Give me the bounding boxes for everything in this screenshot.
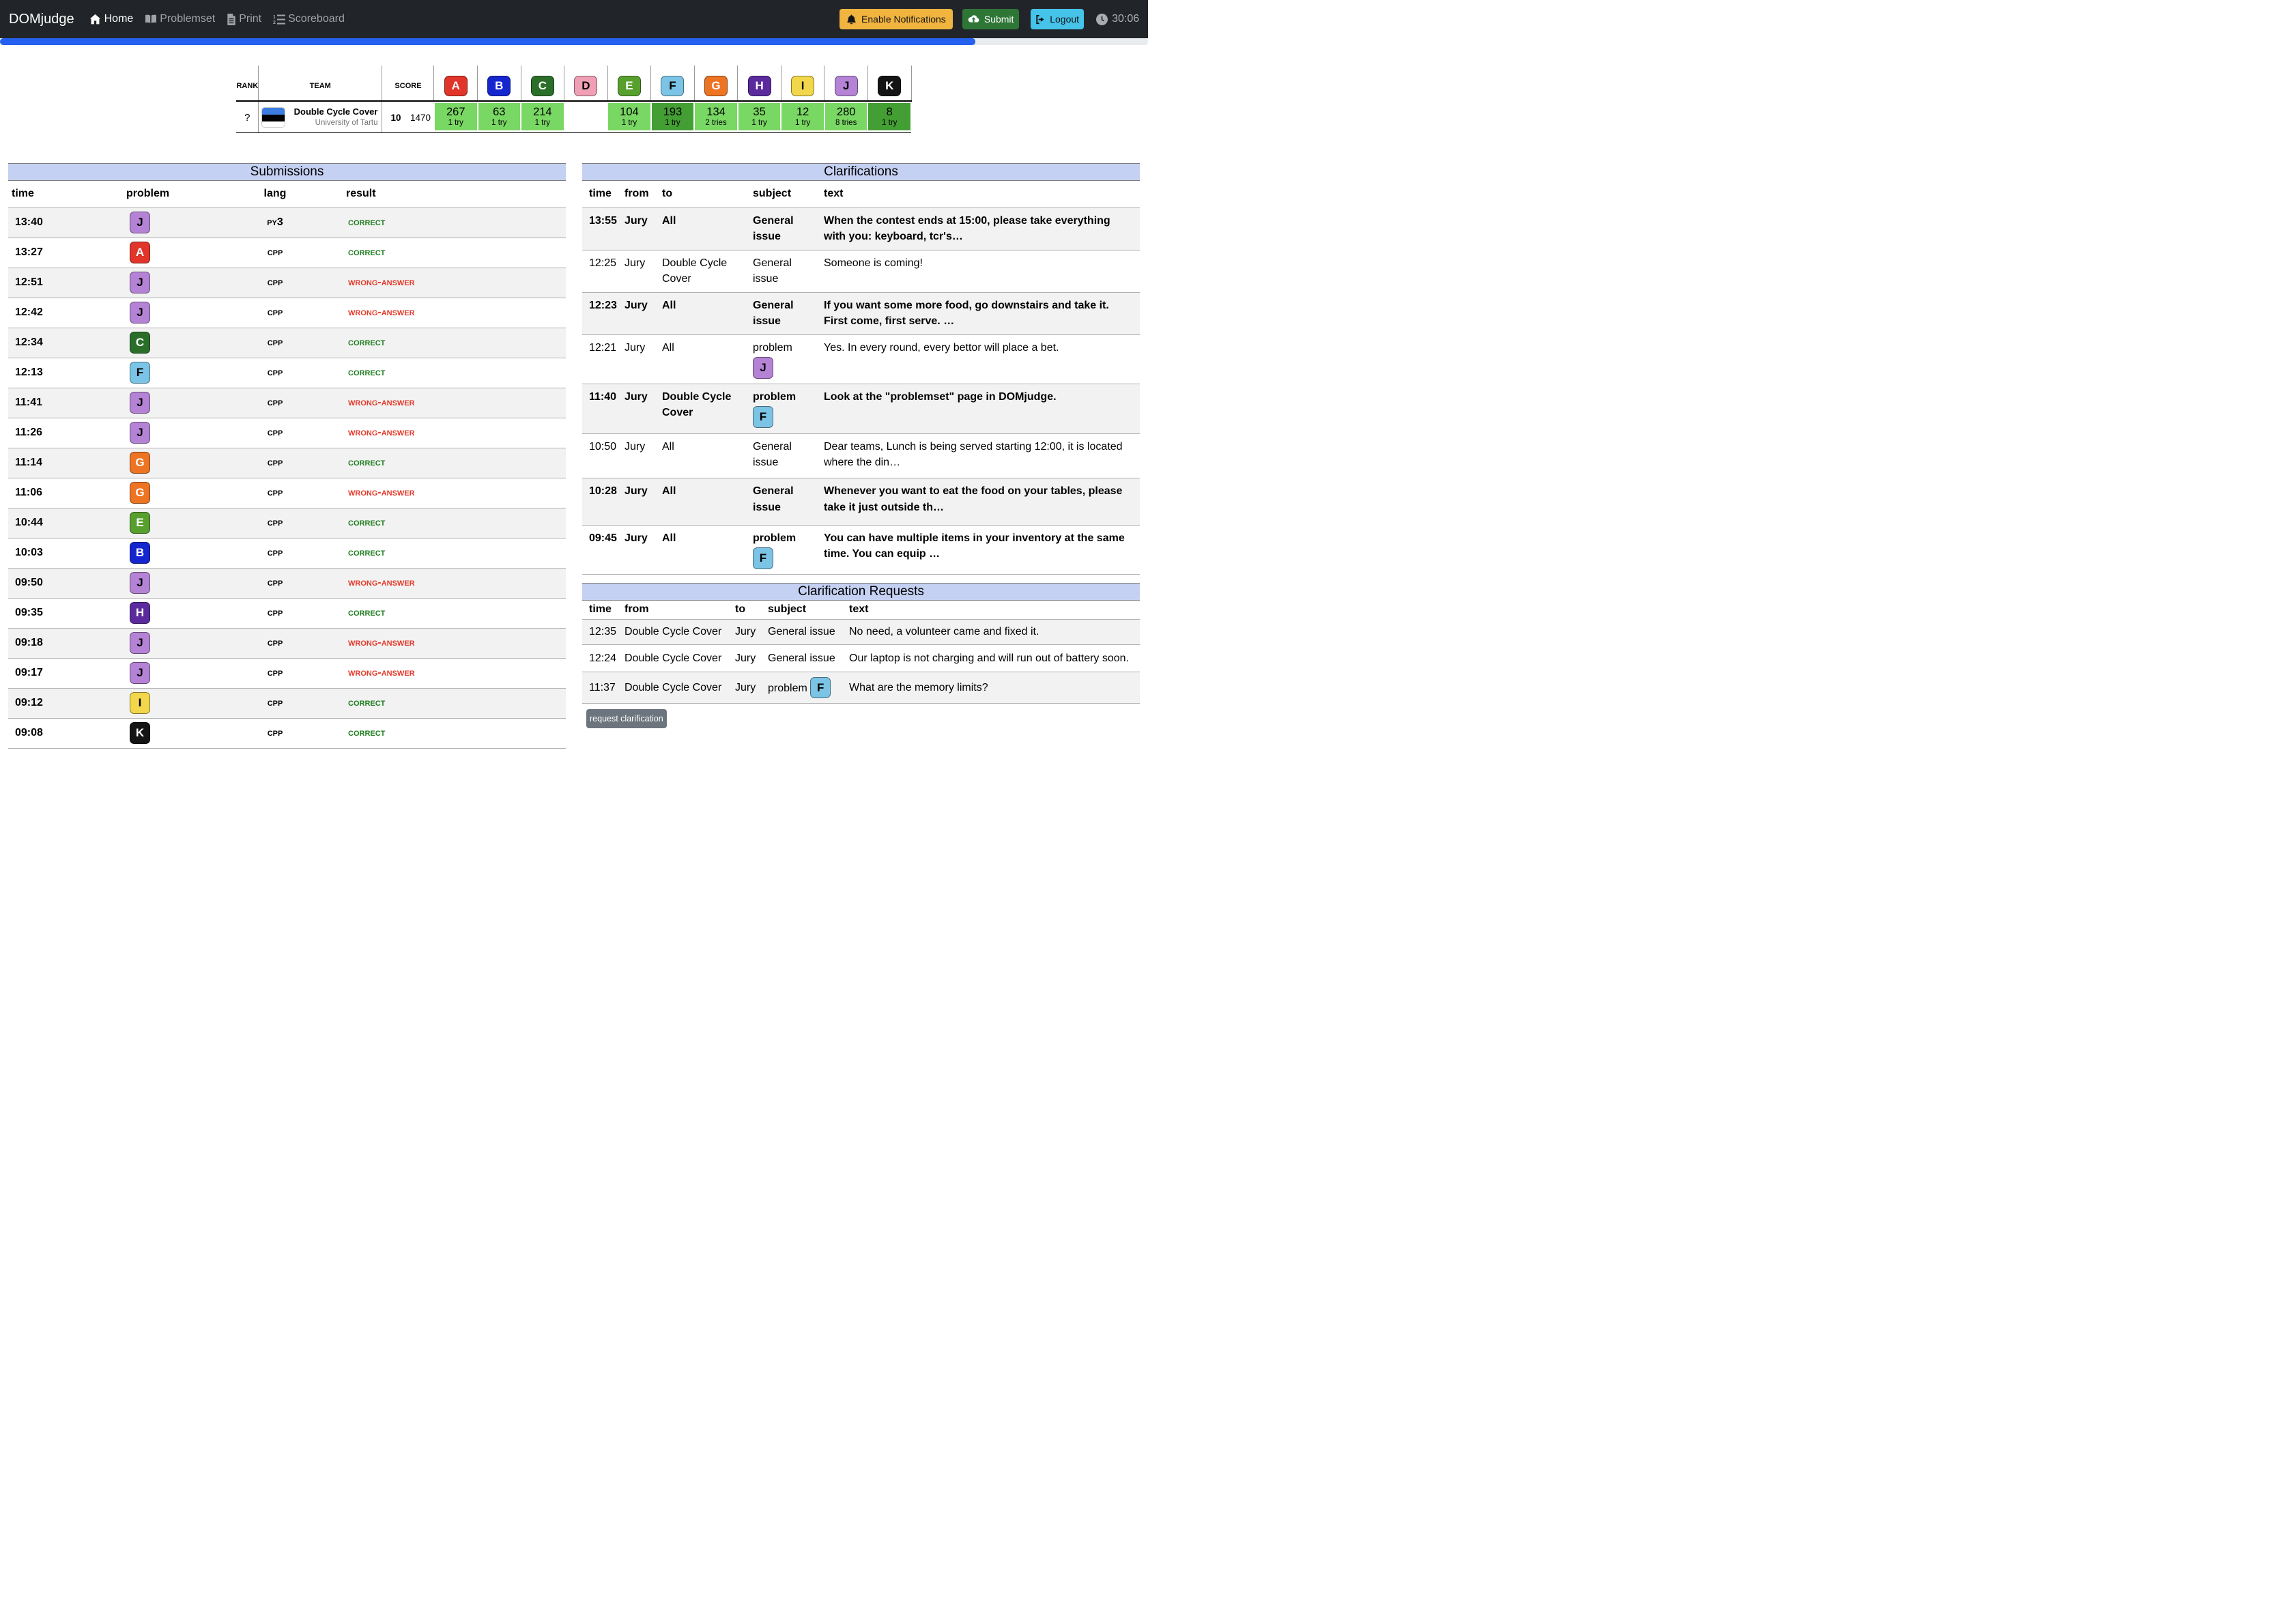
svg-text:2: 2 bbox=[273, 20, 276, 25]
svg-text:1: 1 bbox=[273, 15, 276, 20]
